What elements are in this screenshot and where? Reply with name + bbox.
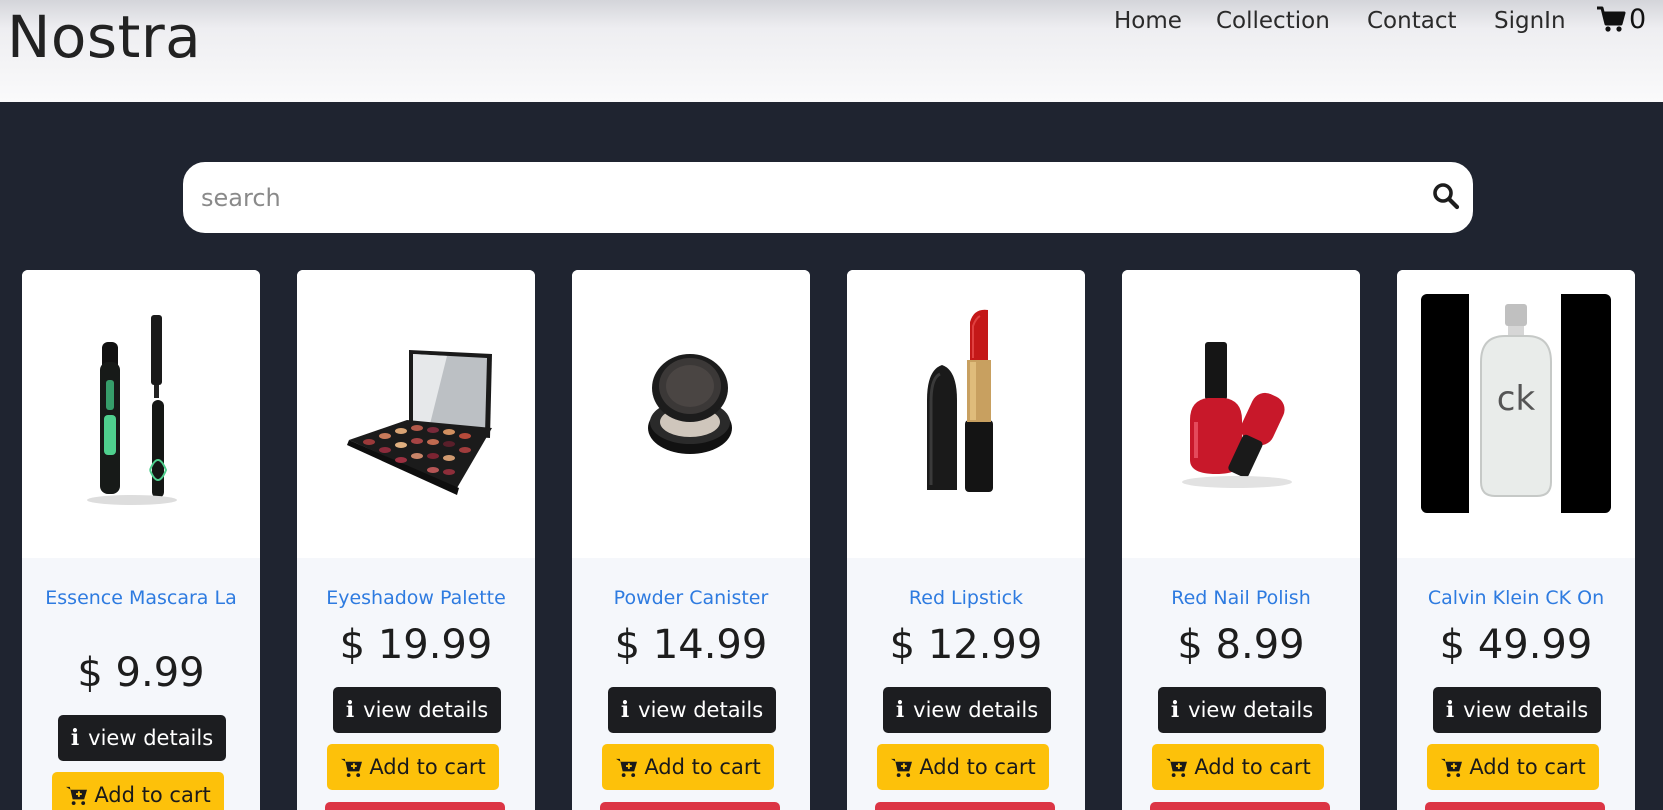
view-details-label: view details — [913, 698, 1039, 722]
view-details-button[interactable]: i view details — [333, 687, 501, 733]
product-card: Essence Mascara La $ 9.99 i view details… — [22, 270, 260, 810]
search-bar — [183, 162, 1473, 233]
search-icon[interactable] — [1431, 181, 1461, 211]
add-to-cart-label: Add to cart — [1469, 755, 1586, 779]
add-to-cart-button[interactable]: Add to cart — [602, 744, 774, 790]
product-name[interactable]: Eyeshadow Palette — [307, 584, 525, 613]
view-details-label: view details — [1463, 698, 1589, 722]
info-icon: i — [70, 725, 80, 751]
product-image[interactable]: ck — [1397, 270, 1635, 558]
lipstick-image — [927, 309, 993, 492]
product-price: $ 14.99 — [614, 622, 768, 668]
remove-button[interactable] — [325, 802, 505, 810]
add-to-cart-button[interactable]: Add to cart — [327, 744, 499, 790]
product-image[interactable] — [1122, 270, 1360, 558]
nav-collection[interactable]: Collection — [1216, 8, 1330, 34]
remove-button[interactable] — [1425, 802, 1605, 810]
product-price: $ 12.99 — [889, 622, 1043, 668]
nav-cart[interactable]: 0 — [1596, 2, 1646, 36]
add-to-cart-button[interactable]: Add to cart — [1152, 744, 1324, 790]
add-to-cart-label: Add to cart — [369, 755, 486, 779]
brand-logo[interactable]: Nostra — [7, 3, 201, 71]
shopping-cart-icon — [1597, 6, 1626, 32]
remove-button[interactable] — [1150, 802, 1330, 810]
product-price: $ 49.99 — [1439, 622, 1593, 668]
cart-plus-icon — [1441, 758, 1463, 777]
svg-text:ck: ck — [1497, 379, 1536, 419]
nav-home[interactable]: Home — [1114, 8, 1182, 34]
search-input[interactable] — [201, 177, 1401, 219]
view-details-label: view details — [1188, 698, 1314, 722]
product-image[interactable] — [297, 270, 535, 558]
product-card: Eyeshadow Palette $ 19.99 i view details… — [297, 270, 535, 810]
view-details-button[interactable]: i view details — [883, 687, 1051, 733]
view-details-button[interactable]: i view details — [1158, 687, 1326, 733]
info-icon: i — [895, 697, 905, 723]
nail-polish-image — [1182, 342, 1292, 488]
product-price: $ 19.99 — [339, 622, 493, 668]
product-image[interactable] — [22, 270, 260, 558]
nav-signin[interactable]: SignIn — [1494, 8, 1566, 34]
mascara-image — [87, 315, 177, 505]
product-card: Powder Canister $ 14.99 i view details A… — [572, 270, 810, 810]
product-name[interactable]: Red Nail Polish — [1132, 584, 1350, 613]
remove-button[interactable] — [875, 802, 1055, 810]
view-details-button[interactable]: i view details — [58, 715, 226, 761]
product-name[interactable]: Red Lipstick — [857, 584, 1075, 613]
info-icon: i — [345, 697, 355, 723]
view-details-label: view details — [363, 698, 489, 722]
cart-plus-icon — [66, 786, 88, 805]
cart-plus-icon — [891, 758, 913, 777]
eyeshadow-palette-image — [347, 350, 492, 495]
info-icon: i — [1170, 697, 1180, 723]
nav-contact[interactable]: Contact — [1367, 8, 1456, 34]
product-price: $ 9.99 — [77, 650, 205, 696]
cart-count: 0 — [1629, 3, 1647, 35]
product-name[interactable]: Calvin Klein CK On — [1407, 584, 1625, 613]
add-to-cart-label: Add to cart — [644, 755, 761, 779]
info-icon: i — [620, 697, 630, 723]
cart-plus-icon — [1166, 758, 1188, 777]
view-details-button[interactable]: i view details — [1433, 687, 1601, 733]
add-to-cart-button[interactable]: Add to cart — [1427, 744, 1599, 790]
perfume-bottle-image: ck — [1421, 294, 1611, 513]
view-details-label: view details — [88, 726, 214, 750]
product-image[interactable] — [847, 270, 1085, 558]
add-to-cart-label: Add to cart — [1194, 755, 1311, 779]
product-name[interactable]: Powder Canister — [582, 584, 800, 613]
info-icon: i — [1445, 697, 1455, 723]
remove-button[interactable] — [600, 802, 780, 810]
add-to-cart-label: Add to cart — [94, 783, 211, 807]
top-navbar: Nostra Home Collection Contact SignIn 0 — [0, 0, 1663, 102]
add-to-cart-label: Add to cart — [919, 755, 1036, 779]
product-price: $ 8.99 — [1177, 622, 1305, 668]
cart-plus-icon — [616, 758, 638, 777]
view-details-label: view details — [638, 698, 764, 722]
product-image[interactable] — [572, 270, 810, 558]
view-details-button[interactable]: i view details — [608, 687, 776, 733]
add-to-cart-button[interactable]: Add to cart — [877, 744, 1049, 790]
product-card: Red Lipstick $ 12.99 i view details Add … — [847, 270, 1085, 810]
powder-compact-image — [648, 354, 732, 454]
add-to-cart-button[interactable]: Add to cart — [52, 772, 224, 810]
product-card: ck Calvin Klein CK On $ 49.99 i view det… — [1397, 270, 1635, 810]
product-name[interactable]: Essence Mascara La — [32, 584, 250, 613]
cart-plus-icon — [341, 758, 363, 777]
product-card: Red Nail Polish $ 8.99 i view details Ad… — [1122, 270, 1360, 810]
